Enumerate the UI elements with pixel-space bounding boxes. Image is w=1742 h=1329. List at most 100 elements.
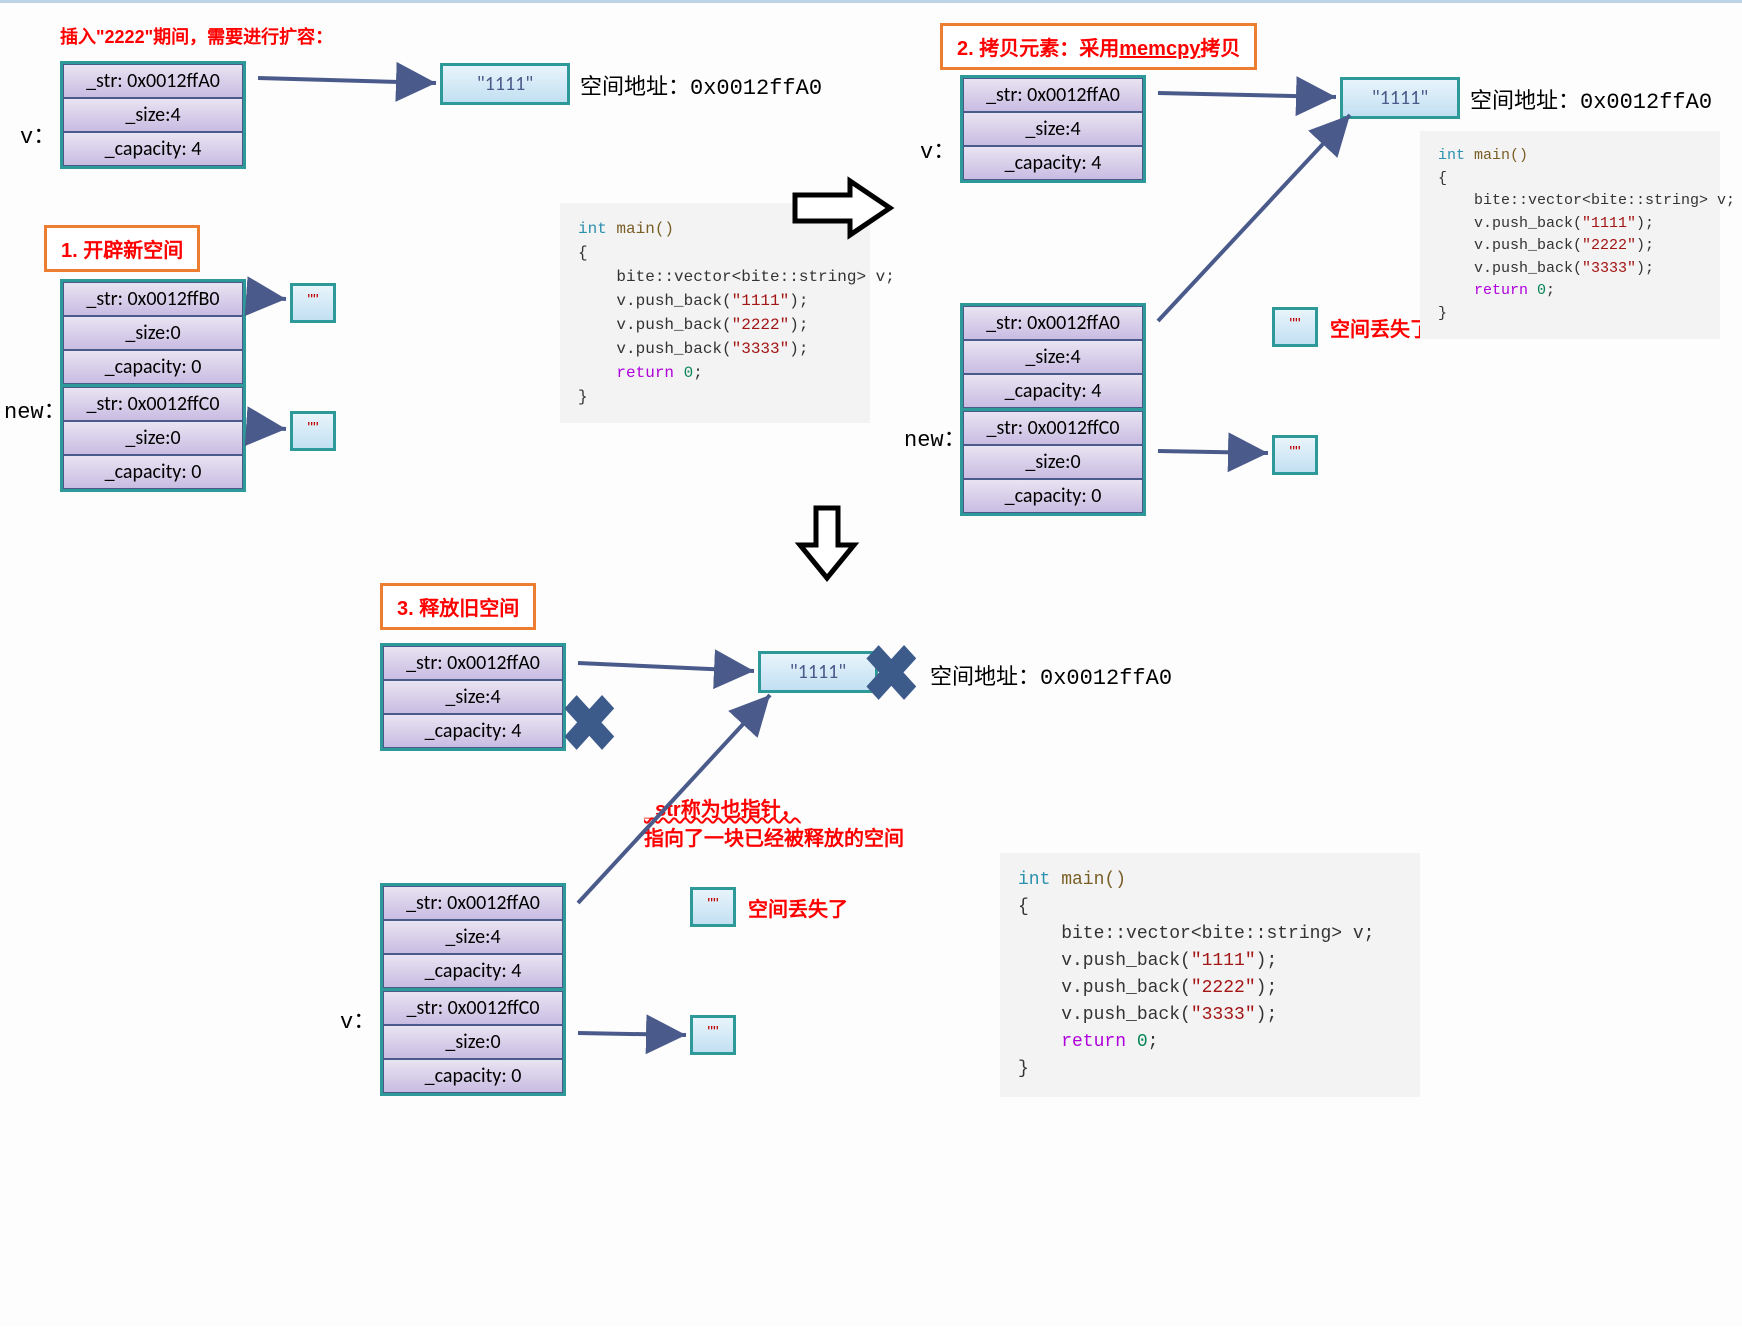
panel3-empty-1: "": [690, 887, 736, 927]
panel1-new-stack: _str: 0x0012ffB0 _size:0 _capacity: 0 _s…: [60, 279, 246, 492]
str: "1111": [1582, 215, 1636, 232]
brace: }: [578, 388, 588, 406]
panel3-table-a2: _str: 0x0012ffA0 _size:4 _capacity: 4: [380, 883, 566, 991]
line: ;: [693, 364, 703, 382]
line: );: [789, 292, 808, 310]
tbl-row-cap: _capacity: 4: [383, 714, 563, 748]
str: "3333": [1582, 260, 1636, 277]
line: );: [1256, 951, 1278, 971]
fn: main(): [1050, 870, 1126, 890]
panel2-empty-2: "": [1272, 435, 1318, 475]
code-block-3: int main() { bite::vector<bite::string> …: [1000, 853, 1420, 1097]
panel3-v-stack: _str: 0x0012ffA0 _size:4 _capacity: 4 _s…: [380, 883, 566, 1096]
tbl-row-size: _size:4: [963, 112, 1143, 146]
txt: 拷贝: [1200, 38, 1240, 60]
panel1-new-label: new：: [4, 393, 66, 425]
panel3-addr: 空间地址：0x0012ffA0: [930, 659, 1172, 691]
panel3-table-old: _str: 0x0012ffA0 _size:4 _capacity: 4: [380, 643, 566, 751]
panel2-lost: 空间丢失了: [1330, 313, 1430, 342]
panel3-empty-2: "": [690, 1015, 736, 1055]
panel2-new-label: new：: [904, 421, 966, 453]
note-line2: 指向了一块已经被释放的空间: [644, 828, 904, 850]
tbl-row-str: _str: 0x0012ffA0: [383, 646, 563, 680]
tbl-row-str: _str: 0x0012ffC0: [963, 411, 1143, 445]
line: bite::vector<bite::string> v;: [1438, 192, 1735, 209]
line: );: [1256, 978, 1278, 998]
brace: {: [1438, 170, 1447, 187]
line: );: [1636, 260, 1654, 277]
tbl-row-str: _str: 0x0012ffA0: [63, 64, 243, 98]
str: "3333": [732, 340, 790, 358]
line: v.push_back(: [1438, 260, 1582, 277]
tbl-row-str: _str: 0x0012ffC0: [383, 991, 563, 1025]
brace: {: [578, 244, 588, 262]
panel2-new-stack: _str: 0x0012ffA0 _size:4 _capacity: 4 _s…: [960, 303, 1146, 516]
kw: int: [578, 220, 607, 238]
tag-step2: 2. 拷贝元素：采用memcpy拷贝: [940, 23, 1257, 70]
line: ;: [1546, 282, 1555, 299]
line: v.push_back(: [1018, 978, 1191, 998]
line: v.push_back(: [1438, 237, 1582, 254]
kw: int: [1438, 147, 1465, 164]
line: v.push_back(: [578, 292, 732, 310]
str: "1111": [1191, 951, 1256, 971]
line: v.push_back(: [1018, 1005, 1191, 1025]
tbl-row-cap: _capacity: 0: [63, 455, 243, 489]
code-block-2: int main() { bite::vector<bite::string> …: [1420, 131, 1720, 339]
diagram-canvas: 插入"2222"期间，需要进行扩容： v： _str: 0x0012ffA0 _…: [0, 0, 1742, 1326]
str: "2222": [1191, 978, 1256, 998]
tbl-row-size: _size:0: [63, 421, 243, 455]
brace: }: [1438, 305, 1447, 322]
panel2-table-v: _str: 0x0012ffA0 _size:4 _capacity: 4: [960, 75, 1146, 183]
tbl-row-str: _str: 0x0012ffA0: [963, 306, 1143, 340]
tag-step3: 3. 释放旧空间: [380, 583, 536, 630]
tbl-row-cap: _capacity: 0: [963, 479, 1143, 513]
line: v.push_back(: [578, 340, 732, 358]
panel1-table-c: _str: 0x0012ffC0 _size:0 _capacity: 0: [60, 384, 246, 492]
ret: return: [1018, 1032, 1137, 1052]
panel1-title: 插入"2222"期间，需要进行扩容：: [60, 23, 333, 49]
panel3-lost: 空间丢失了: [748, 893, 848, 922]
panel2-addr: 空间地址：0x0012ffA0: [1470, 83, 1712, 115]
panel1-empty-1: "": [290, 283, 336, 323]
panel1-val-1111: "1111": [440, 63, 570, 105]
line: v.push_back(: [1438, 215, 1582, 232]
ret: return: [578, 364, 684, 382]
tbl-row-size: _size:4: [383, 680, 563, 714]
str: "3333": [1191, 1005, 1256, 1025]
line: );: [1636, 215, 1654, 232]
tbl-row-str: _str: 0x0012ffB0: [63, 282, 243, 316]
tbl-row-cap: _capacity: 4: [963, 146, 1143, 180]
panel2-val-1111: "1111": [1340, 77, 1460, 119]
line: );: [789, 340, 808, 358]
tbl-row-size: _size:0: [383, 1025, 563, 1059]
panel1-table-b: _str: 0x0012ffB0 _size:0 _capacity: 0: [60, 279, 246, 387]
cross-icon-2: ✖: [862, 629, 921, 719]
panel1-v-label: v：: [20, 118, 55, 150]
num: 0: [1137, 1032, 1148, 1052]
panel3-note1: _str称为也指针， 指向了一块已经被释放的空间: [644, 793, 904, 851]
panel2-table-a2: _str: 0x0012ffA0 _size:4 _capacity: 4: [960, 303, 1146, 411]
panel1-addr: 空间地址：0x0012ffA0: [580, 69, 822, 101]
panel3-val-1111: "1111": [758, 651, 878, 693]
tbl-row-size: _size:4: [63, 98, 243, 132]
tbl-row-cap: _capacity: 4: [383, 954, 563, 988]
big-arrow-right-icon: [790, 173, 900, 243]
tbl-row-cap: _capacity: 4: [963, 374, 1143, 408]
line: v.push_back(: [1018, 951, 1191, 971]
num: 0: [684, 364, 694, 382]
panel2-empty-1: "": [1272, 307, 1318, 347]
panel1-table-v: _str: 0x0012ffA0 _size:4 _capacity: 4: [60, 61, 246, 169]
line: bite::vector<bite::string> v;: [1018, 924, 1374, 944]
str: "2222": [732, 316, 790, 334]
big-arrow-down-icon: [792, 503, 862, 583]
tbl-row-size: _size:0: [63, 316, 243, 350]
note-line1: _str称为也指针，: [644, 799, 801, 821]
panel3-table-c2: _str: 0x0012ffC0 _size:0 _capacity: 0: [380, 988, 566, 1096]
line: ;: [1148, 1032, 1159, 1052]
brace: {: [1018, 897, 1029, 917]
ret: return: [1438, 282, 1537, 299]
tbl-row-str: _str: 0x0012ffA0: [383, 886, 563, 920]
kw: int: [1018, 870, 1050, 890]
tbl-row-size: _size:0: [963, 445, 1143, 479]
